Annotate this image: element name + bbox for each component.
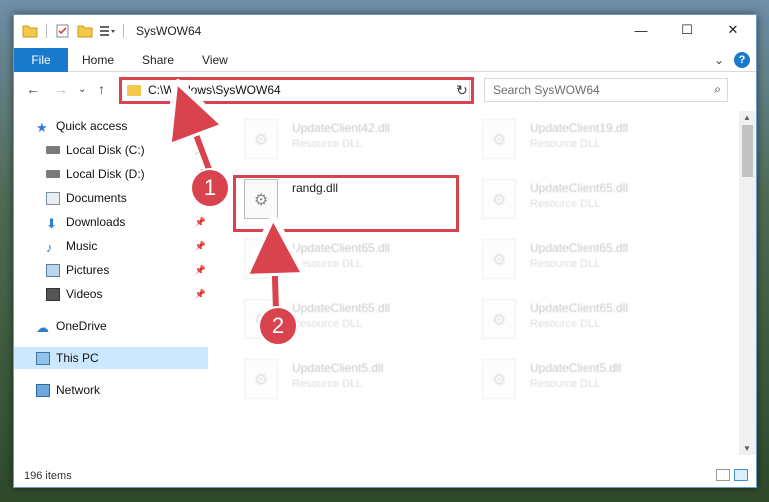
step-badge-1: 1	[190, 168, 230, 208]
annotation-arrows	[0, 0, 769, 311]
arrow-to-address-bar-fill	[186, 108, 210, 174]
step-badge-2: 2	[258, 306, 298, 346]
arrow-to-file-fill	[274, 246, 276, 311]
